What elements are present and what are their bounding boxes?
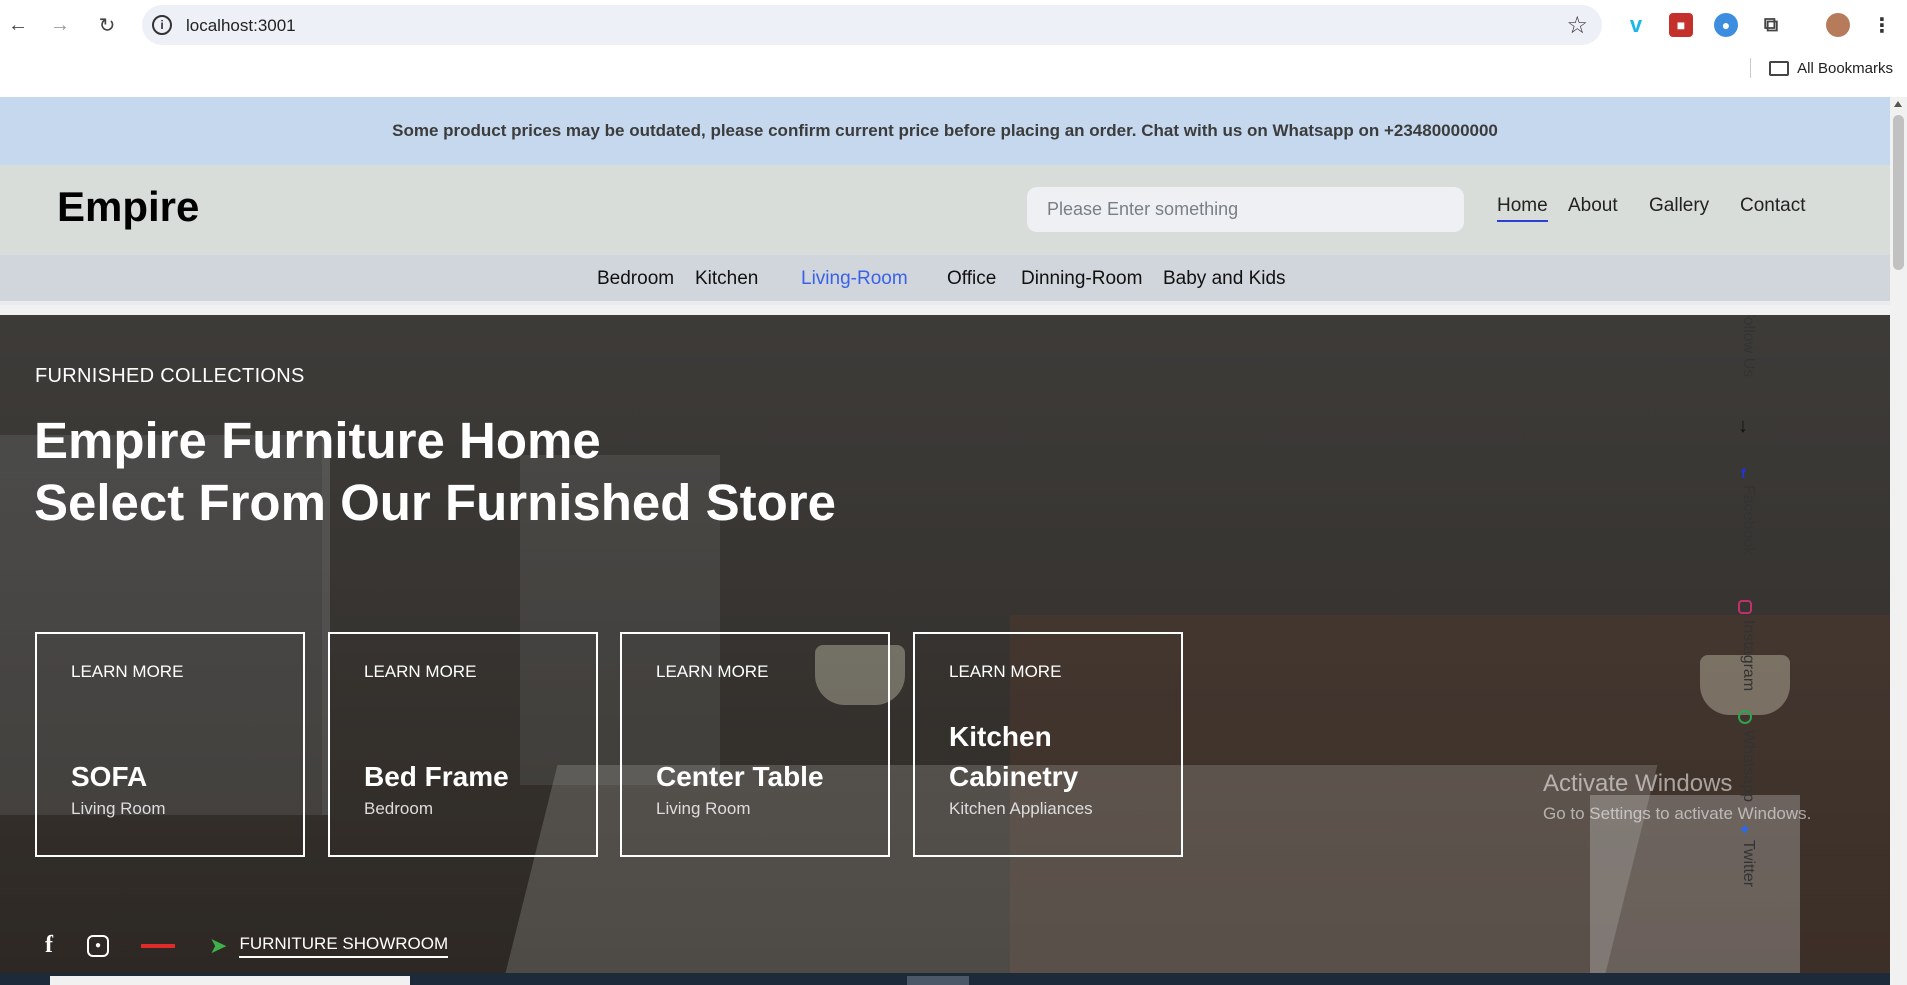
card-title: Center Table [656, 761, 824, 792]
facebook-icon[interactable]: f [1741, 465, 1746, 481]
search-input[interactable] [1027, 187, 1464, 232]
hero-title: Empire Furniture Home Select From Our Fu… [34, 410, 836, 534]
category-office[interactable]: Office [947, 268, 996, 290]
category-bar: Bedroom Kitchen Living-Room Office Dinni… [0, 255, 1890, 305]
folder-icon [1769, 60, 1790, 76]
browser-toolbar: ← → ↻ i localhost:3001 ☆ v ■ ● ⧉ ⋮ [0, 0, 1907, 50]
facebook-icon[interactable]: f [37, 932, 61, 959]
section-gap [0, 305, 1890, 315]
hero-section: FURNISHED COLLECTIONS Empire Furniture H… [0, 315, 1890, 985]
product-card-center-table[interactable]: LEARN MORE Center Table Living Room [620, 632, 890, 857]
taskbar-app[interactable] [907, 976, 969, 985]
category-bedroom[interactable]: Bedroom [597, 268, 674, 290]
translate-extension-icon[interactable]: ● [1714, 13, 1738, 37]
product-card-kitchen-cabinetry[interactable]: LEARN MORE Kitchen Cabinetry Kitchen App… [913, 632, 1183, 857]
nav-contact[interactable]: Contact [1740, 195, 1805, 217]
hero-title-line-1: Empire Furniture Home [34, 412, 601, 469]
card-category: Living Room [71, 799, 166, 818]
scroll-up-arrow-icon[interactable] [1894, 101, 1902, 107]
card-title: Bed Frame [364, 761, 509, 792]
taskbar-search[interactable] [50, 976, 410, 985]
hero-title-line-2: Select From Our Furnished Store [34, 474, 836, 531]
vimeo-extension-icon[interactable]: v [1624, 12, 1648, 37]
scrollbar-thumb[interactable] [1893, 115, 1904, 270]
arrow-down-icon: ↓ [1738, 415, 1748, 437]
category-living-room[interactable]: Living-Room [801, 268, 908, 290]
browser-chrome: ← → ↻ i localhost:3001 ☆ v ■ ● ⧉ ⋮ All B… [0, 0, 1907, 97]
forward-icon[interactable]: → [48, 13, 72, 37]
card-category: Living Room [656, 799, 751, 818]
red-accent-line [141, 943, 175, 948]
instagram-icon[interactable]: ● [87, 934, 109, 957]
all-bookmarks-link[interactable]: All Bookmarks [1797, 60, 1893, 77]
learn-more-link[interactable]: LEARN MORE [949, 662, 1061, 682]
card-category: Kitchen Appliances [949, 799, 1093, 818]
profile-avatar[interactable] [1826, 13, 1850, 37]
nav-about[interactable]: About [1568, 195, 1618, 217]
bookmark-star-icon[interactable]: ☆ [1566, 11, 1588, 40]
watermark-line-2: Go to Settings to activate Windows. [1543, 804, 1812, 823]
web-page: Some product prices may be outdated, ple… [0, 97, 1890, 985]
reload-icon[interactable]: ↻ [95, 13, 119, 37]
facebook-link[interactable]: Facebook [1739, 485, 1757, 555]
category-kitchen[interactable]: Kitchen [695, 268, 758, 290]
card-category: Bedroom [364, 799, 433, 818]
send-icon: ➤ [209, 932, 228, 958]
price-notice-banner: Some product prices may be outdated, ple… [0, 97, 1890, 165]
product-card-bed-frame[interactable]: LEARN MORE Bed Frame Bedroom [328, 632, 598, 857]
furniture-showroom-link[interactable]: FURNITURE SHOWROOM [239, 934, 449, 958]
bookmarks-divider [1750, 58, 1752, 78]
category-dinning-room[interactable]: Dinning-Room [1021, 268, 1142, 290]
site-info-icon[interactable]: i [152, 15, 172, 35]
category-baby-and-kids[interactable]: Baby and Kids [1163, 268, 1286, 290]
page-scrollbar[interactable] [1890, 97, 1907, 985]
extensions-puzzle-icon[interactable]: ⧉ [1759, 13, 1783, 37]
follow-us-label: Follow Us [1740, 315, 1757, 378]
twitter-link[interactable]: Twitter [1739, 840, 1757, 887]
watermark-line-1: Activate Windows [1543, 770, 1733, 797]
hero-social-row: f ● ➤ FURNITURE SHOWROOM [37, 932, 449, 959]
learn-more-link[interactable]: LEARN MORE [364, 662, 476, 682]
game-extension-icon[interactable]: ■ [1669, 13, 1693, 37]
follow-us-sidebar: Follow Us ↓ f Facebook Instagram Whatsap… [1735, 315, 1765, 985]
whatsapp-icon[interactable] [1738, 710, 1752, 724]
instagram-icon[interactable] [1738, 600, 1752, 614]
hero-eyebrow: FURNISHED COLLECTIONS [35, 365, 305, 387]
nav-home[interactable]: Home [1497, 195, 1548, 222]
taskbar [0, 973, 1890, 985]
url-text[interactable]: localhost:3001 [186, 16, 296, 36]
instagram-link[interactable]: Instagram [1739, 620, 1757, 691]
site-header: Empire Home About Gallery Contact [0, 165, 1890, 255]
learn-more-link[interactable]: LEARN MORE [71, 662, 183, 682]
back-icon[interactable]: ← [6, 13, 30, 37]
card-title: Kitchen Cabinetry [949, 721, 1079, 792]
product-card-sofa[interactable]: LEARN MORE SOFA Living Room [35, 632, 305, 857]
browser-menu-icon[interactable]: ⋮ [1870, 13, 1894, 37]
address-bar[interactable]: i localhost:3001 ☆ [142, 5, 1602, 45]
nav-gallery[interactable]: Gallery [1649, 195, 1709, 217]
card-title: SOFA [71, 761, 148, 792]
bookmarks-bar: All Bookmarks [1750, 58, 1893, 78]
brand-logo[interactable]: Empire [57, 183, 199, 231]
learn-more-link[interactable]: LEARN MORE [656, 662, 768, 682]
windows-activation-watermark: Activate Windows Go to Settings to activ… [1543, 770, 1811, 824]
